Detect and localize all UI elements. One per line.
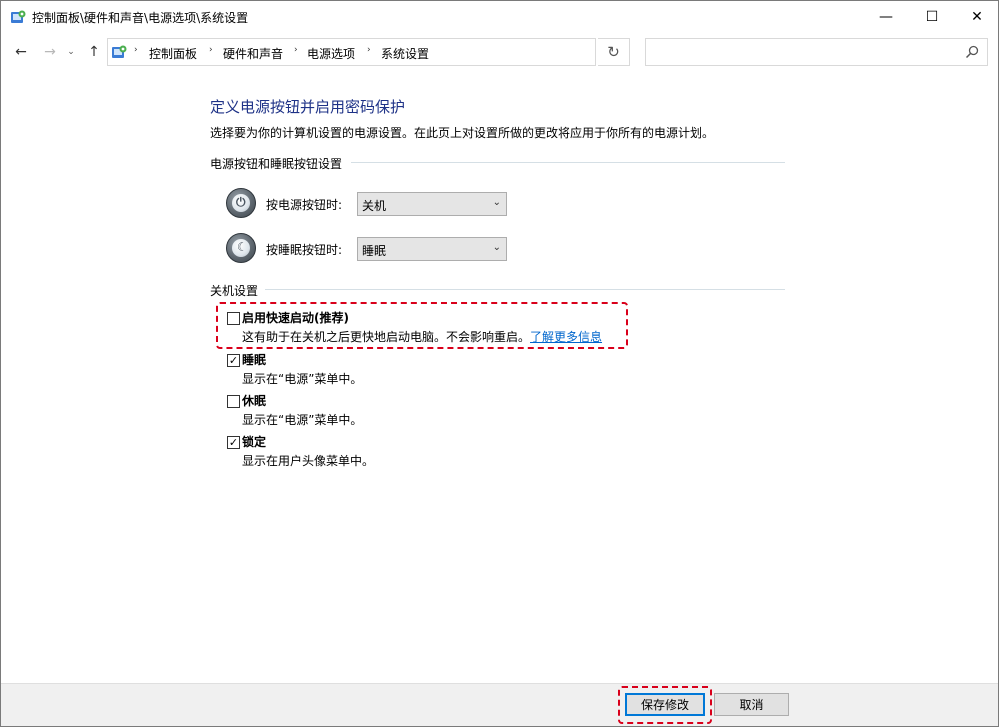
maximize-button[interactable]: ☐	[909, 1, 955, 32]
section-divider	[265, 289, 785, 290]
arrow-up-icon: ↑	[88, 44, 100, 60]
breadcrumb-separator: ›	[134, 45, 138, 55]
sleep-button-label: 按睡眠按钮时:	[266, 241, 342, 258]
power-button-label: 按电源按钮时:	[266, 196, 342, 213]
page-title: 定义电源按钮并启用密码保护	[210, 96, 405, 117]
search-icon	[965, 45, 979, 59]
up-button[interactable]: ↑	[85, 43, 103, 61]
breadcrumb-separator: ›	[209, 45, 213, 55]
breadcrumb-separator: ›	[367, 45, 371, 55]
lock-menu-label[interactable]: 锁定	[242, 433, 266, 450]
sleep-menu-label[interactable]: 睡眠	[242, 351, 266, 368]
breadcrumb-system-settings[interactable]: 系统设置	[381, 45, 429, 62]
checkmark-icon: ✓	[229, 437, 238, 448]
back-button[interactable]: ←	[12, 43, 30, 61]
cancel-button[interactable]: 取消	[714, 693, 789, 716]
chevron-down-icon: ⌄	[67, 47, 75, 57]
main-content: 定义电源按钮并启用密码保护 选择要为你的计算机设置的电源设置。在此页上对设置所做…	[1, 73, 998, 683]
chevron-down-icon: ⌄	[493, 197, 501, 208]
power-button-action-select[interactable]: 关机 ⌄	[357, 192, 507, 216]
title-bar: 控制面板\硬件和声音\电源选项\系统设置 — ☐ ✕	[1, 1, 998, 32]
chevron-down-icon: ⌄	[493, 242, 501, 253]
refresh-icon: ↻	[607, 43, 620, 61]
arrow-left-icon: ←	[15, 44, 27, 60]
sleep-menu-description: 显示在“电源”菜单中。	[242, 370, 362, 387]
close-icon: ✕	[971, 9, 983, 25]
hibernate-menu-label[interactable]: 休眠	[242, 392, 266, 409]
fast-startup-highlight	[216, 302, 628, 349]
footer-bar: 保存修改 取消	[1, 684, 998, 726]
shutdown-section-title: 关机设置	[210, 282, 258, 299]
close-button[interactable]: ✕	[954, 1, 999, 32]
hibernate-menu-checkbox[interactable]	[227, 395, 240, 408]
refresh-button[interactable]: ↻	[598, 38, 630, 66]
minimize-icon: —	[879, 9, 893, 25]
hibernate-menu-description: 显示在“电源”菜单中。	[242, 411, 362, 428]
control-panel-icon	[111, 44, 127, 60]
save-button-highlight	[618, 686, 712, 724]
lock-menu-checkbox[interactable]: ✓	[227, 436, 240, 449]
power-button-action-value: 关机	[362, 197, 386, 214]
arrow-right-icon: →	[44, 44, 56, 60]
power-symbol-icon: ⏻	[236, 195, 246, 210]
section-divider	[351, 162, 785, 163]
window-title: 控制面板\硬件和声音\电源选项\系统设置	[32, 9, 248, 26]
sleep-button-action-value: 睡眠	[362, 242, 386, 259]
sleep-button-action-select[interactable]: 睡眠 ⌄	[357, 237, 507, 261]
sleep-menu-checkbox[interactable]: ✓	[227, 354, 240, 367]
minimize-button[interactable]: —	[863, 1, 909, 32]
control-panel-window: 控制面板\硬件和声音\电源选项\系统设置 — ☐ ✕ ← → ⌄ ↑ › 控制面…	[0, 0, 999, 727]
navigation-bar: ← → ⌄ ↑ › 控制面板 › 硬件和声音 › 电源选项 › 系统设置 ⌄ ↻	[1, 32, 998, 72]
breadcrumb-hardware-sound[interactable]: 硬件和声音	[223, 45, 283, 62]
breadcrumb-control-panel[interactable]: 控制面板	[149, 45, 197, 62]
breadcrumb-separator: ›	[294, 45, 298, 55]
maximize-icon: ☐	[926, 9, 939, 25]
page-description: 选择要为你的计算机设置的电源设置。在此页上对设置所做的更改将应用于你所有的电源计…	[210, 124, 714, 141]
search-input[interactable]	[645, 38, 988, 66]
breadcrumb-power-options[interactable]: 电源选项	[307, 45, 355, 62]
recent-locations-button[interactable]: ⌄	[65, 43, 77, 61]
control-panel-icon	[10, 9, 26, 25]
address-bar[interactable]: › 控制面板 › 硬件和声音 › 电源选项 › 系统设置 ⌄	[107, 38, 596, 66]
lock-menu-description: 显示在用户头像菜单中。	[242, 452, 374, 469]
checkmark-icon: ✓	[229, 355, 238, 366]
moon-symbol-icon: ☾	[237, 240, 248, 254]
forward-button[interactable]: →	[41, 43, 59, 61]
power-buttons-section-title: 电源按钮和睡眠按钮设置	[210, 155, 342, 172]
